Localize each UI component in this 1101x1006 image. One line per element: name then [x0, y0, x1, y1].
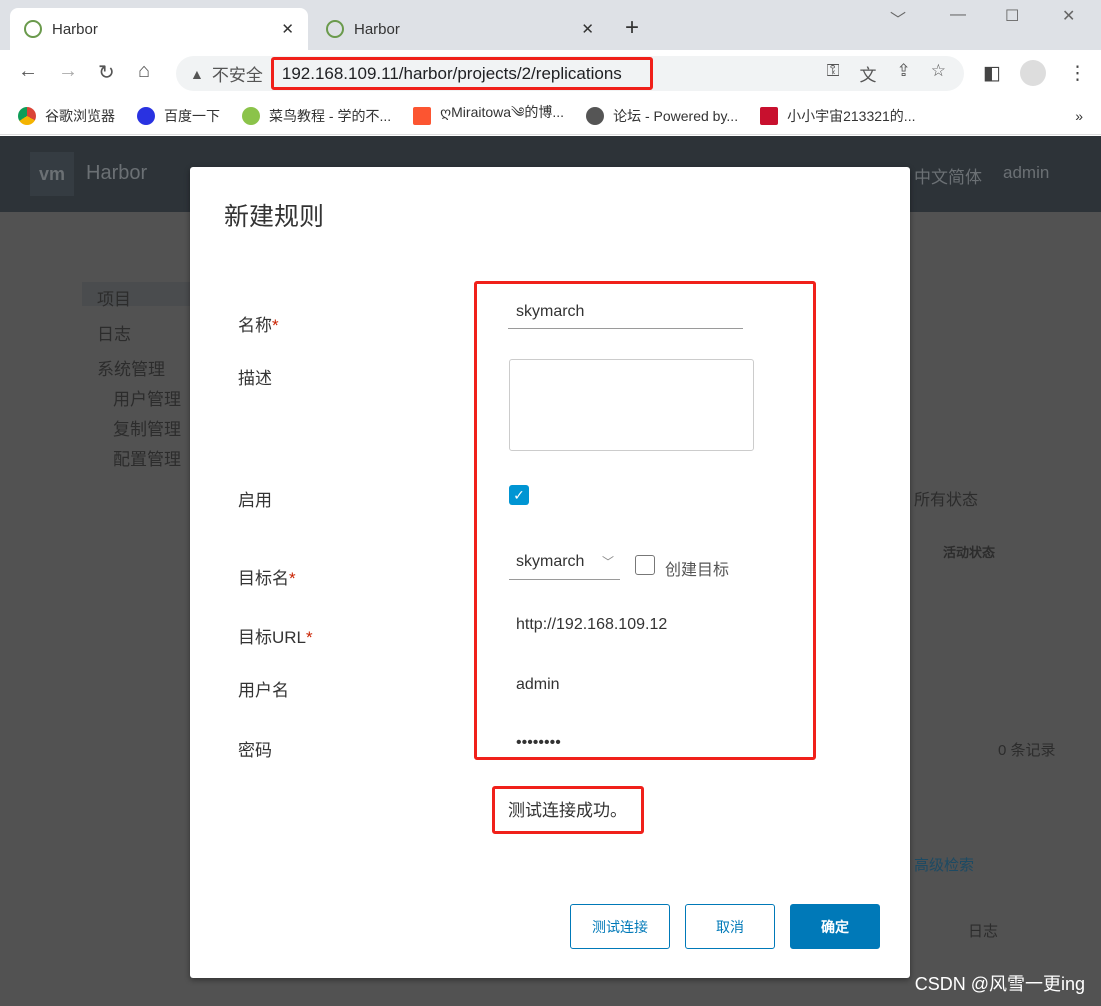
name-label: 名称* [238, 316, 279, 335]
username-input[interactable]: admin [516, 676, 560, 694]
bookmark-label: 菜鸟教程 - 学的不... [269, 107, 392, 124]
new-tab-button[interactable]: + [625, 14, 639, 42]
target-label: 目标名* [238, 569, 296, 588]
harbor-favicon-icon [24, 20, 42, 38]
profile-avatar[interactable] [1020, 60, 1046, 86]
tab-close-icon[interactable]: ✕ [581, 20, 594, 38]
sidebar-item-config[interactable]: 配置管理 [113, 445, 181, 470]
tab-close-icon[interactable]: ✕ [281, 20, 294, 38]
chrome-icon [18, 106, 36, 125]
tab-title: Harbor [354, 20, 400, 38]
csdn-icon [413, 106, 432, 125]
star-icon[interactable]: ☆ [931, 61, 946, 86]
sidepanel-icon[interactable]: ◧ [983, 62, 1001, 85]
sidebar-item-users[interactable]: 用户管理 [113, 385, 181, 410]
minimize-button[interactable]: — [950, 6, 966, 24]
new-rule-dialog: 新建规则 名称* skymarch 描述 启用 ✓ 目标名* skymarch ﹀… [190, 167, 910, 978]
description-label: 描述 [238, 369, 272, 388]
home-icon[interactable]: ⌂ [138, 60, 150, 83]
share-icon[interactable]: ⇪ [897, 61, 911, 86]
status-filter[interactable]: 所有状态 [914, 486, 978, 510]
tab-harbor-2[interactable]: Harbor ✕ [312, 8, 608, 50]
bookmark[interactable]: 谷歌浏览器 [18, 106, 115, 126]
tab-harbor-1[interactable]: Harbor ✕ [10, 8, 308, 50]
bookmark[interactable]: 百度一下 [137, 106, 220, 126]
watermark: CSDN @风雪一更ing [914, 974, 1085, 994]
bookmark-label: 小小宇宙213321的... [787, 107, 916, 124]
enable-label: 启用 [238, 491, 272, 510]
password-input[interactable]: •••••••• [516, 734, 561, 752]
insecure-label: 不安全 [211, 66, 263, 85]
warning-icon: ▲ [190, 65, 204, 82]
column-log: 日志 [968, 923, 999, 940]
target-select[interactable]: skymarch ﹀ [509, 553, 620, 580]
forward-icon[interactable]: → [58, 60, 78, 83]
key-icon[interactable]: ⚿ [827, 61, 840, 86]
enable-checkbox[interactable]: ✓ [509, 485, 529, 505]
reload-icon[interactable]: ↻ [98, 60, 115, 85]
baidu-icon [137, 106, 155, 125]
tab-title: Harbor [52, 20, 98, 38]
bookmark[interactable]: ღMiraitowa༄的博... [413, 96, 564, 136]
bookmark[interactable]: 小小宇宙213321的... [760, 106, 915, 126]
address-bar[interactable]: ▲ 不安全 192.168.109.11/harbor/projects/2/r… [176, 56, 964, 91]
name-input[interactable]: skymarch [508, 303, 743, 329]
column-status: 活动状态 [943, 545, 996, 560]
password-label: 密码 [238, 741, 272, 760]
translate-icon[interactable]: 文 [860, 61, 877, 86]
more-bookmarks-icon[interactable]: » [1075, 108, 1083, 124]
bookmark-label: 谷歌浏览器 [45, 107, 115, 124]
test-result-message: 测试连接成功。 [508, 801, 627, 820]
51cto-icon [760, 106, 779, 125]
maximize-button[interactable]: ☐ [1005, 6, 1019, 26]
url-text[interactable]: 192.168.109.11/harbor/projects/2/replica… [270, 57, 653, 90]
brand-name: Harbor [86, 162, 148, 184]
user-menu[interactable]: admin [1003, 163, 1049, 183]
harbor-favicon-icon [326, 20, 344, 38]
username-label: 用户名 [238, 681, 289, 700]
language-selector[interactable]: 中文简体 [914, 163, 982, 188]
record-count: 0 条记录 [998, 742, 1056, 759]
advanced-search-link[interactable]: 高级检索 [914, 854, 974, 875]
sidebar-item-logs[interactable]: 日志 [97, 320, 131, 345]
bookmark-label: ღMiraitowa༄的博... [440, 103, 565, 120]
cancel-button[interactable]: 取消 [685, 904, 775, 949]
menu-icon[interactable]: ⋮ [1068, 62, 1087, 85]
bookmarks-bar: 谷歌浏览器 百度一下 菜鸟教程 - 学的不... ღMiraitowa༄的博..… [0, 97, 1101, 135]
create-target-label: 创建目标 [665, 562, 730, 579]
globe-icon [586, 106, 605, 125]
url-label: 目标URL* [238, 628, 313, 647]
vmware-logo: vm [30, 152, 74, 196]
sidebar-item-admin[interactable]: 系统管理 [97, 355, 165, 380]
runoob-icon [242, 106, 260, 125]
sidebar-item-projects[interactable]: 项目 [97, 285, 131, 310]
close-window-button[interactable]: ✕ [1062, 6, 1075, 26]
bookmark[interactable]: 论坛 - Powered by... [586, 106, 738, 126]
sidebar-item-replication[interactable]: 复制管理 [113, 415, 181, 440]
description-textarea[interactable] [509, 359, 754, 451]
tab-bar: Harbor ✕ Harbor ✕ + ﹀ — ☐ ✕ [0, 0, 1101, 50]
chevron-down-icon: ﹀ [601, 555, 614, 569]
back-icon[interactable]: ← [18, 60, 38, 83]
browser-toolbar: ← → ↻ ⌂ ▲ 不安全 192.168.109.11/harbor/proj… [0, 50, 1101, 97]
bookmark-label: 百度一下 [164, 107, 220, 124]
test-connection-button[interactable]: 测试连接 [570, 904, 670, 949]
bookmark-label: 论坛 - Powered by... [613, 107, 739, 124]
create-target-checkbox[interactable] [635, 555, 655, 575]
tab-search-icon[interactable]: ﹀ [890, 6, 906, 30]
dialog-title: 新建规则 [224, 203, 325, 231]
bookmark[interactable]: 菜鸟教程 - 学的不... [242, 106, 391, 126]
url-input[interactable]: http://192.168.109.12 [516, 616, 667, 634]
confirm-button[interactable]: 确定 [790, 904, 880, 949]
